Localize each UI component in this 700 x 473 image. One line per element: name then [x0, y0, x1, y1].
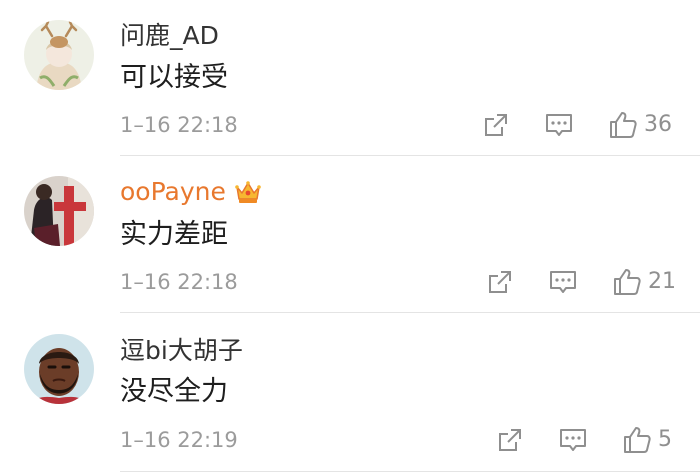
comment-actions: 36: [482, 108, 700, 142]
crown-vip-icon: [235, 181, 261, 203]
like-icon: [624, 427, 651, 453]
username[interactable]: 逗bi大胡子: [120, 335, 243, 367]
username[interactable]: ooPayne: [120, 176, 262, 208]
like-count: 5: [658, 427, 672, 452]
username[interactable]: 问鹿_AD: [120, 20, 219, 52]
comment-actions: 21: [486, 265, 700, 299]
username-label[interactable]: ooPayne: [120, 176, 226, 208]
share-button[interactable]: [496, 423, 524, 457]
reply-button[interactable]: [548, 265, 578, 299]
divider: [120, 471, 700, 472]
comment-actions: 5: [496, 423, 700, 457]
comment-text: 没尽全力: [120, 376, 228, 407]
reply-button[interactable]: [544, 108, 574, 142]
share-button[interactable]: [486, 265, 514, 299]
like-button[interactable]: 21: [612, 265, 676, 299]
timestamp: 1–16 22:19: [120, 428, 238, 452]
like-button[interactable]: 36: [608, 108, 672, 142]
like-count: 36: [644, 112, 672, 137]
avatar[interactable]: [24, 334, 94, 404]
comment-item: ooPayne 实力差距 1–16 22:18 21: [0, 156, 700, 313]
comment-text: 可以接受: [120, 62, 228, 93]
timestamp: 1–16 22:18: [120, 270, 238, 294]
share-icon: [499, 429, 521, 451]
comment-item: 逗bi大胡子 没尽全力 1–16 22:19 5: [0, 313, 700, 473]
username-label[interactable]: 逗bi大胡子: [120, 335, 243, 367]
avatar[interactable]: [24, 20, 94, 90]
timestamp: 1–16 22:18: [120, 113, 238, 137]
avatar[interactable]: [24, 176, 94, 246]
like-button[interactable]: 5: [622, 423, 672, 457]
reply-icon: [550, 271, 576, 293]
share-icon: [485, 114, 507, 136]
reply-button[interactable]: [558, 423, 588, 457]
like-icon: [614, 269, 641, 295]
reply-icon: [560, 429, 586, 451]
like-icon: [610, 112, 637, 138]
comment-item: 问鹿_AD 可以接受 1–16 22:18 36: [0, 0, 700, 156]
username-label[interactable]: 问鹿_AD: [120, 20, 219, 52]
share-button[interactable]: [482, 108, 510, 142]
comment-text: 实力差距: [120, 219, 228, 250]
share-icon: [489, 271, 511, 293]
reply-icon: [546, 114, 572, 136]
like-count: 21: [648, 269, 676, 294]
